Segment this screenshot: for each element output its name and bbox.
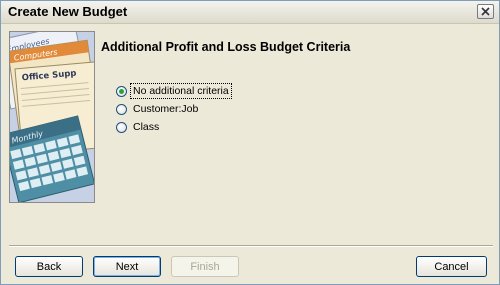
option-label: No additional criteria	[130, 83, 232, 99]
close-icon	[481, 7, 490, 16]
radio-class[interactable]	[116, 121, 127, 133]
cancel-button[interactable]: Cancel	[416, 256, 487, 277]
back-button[interactable]: Back	[15, 256, 83, 277]
title-bar[interactable]: Create New Budget	[1, 1, 499, 24]
window-title: Create New Budget	[8, 4, 128, 19]
footer-separator	[9, 245, 493, 247]
option-customer-job[interactable]: Customer:Job	[116, 101, 200, 117]
option-class[interactable]: Class	[116, 119, 161, 135]
next-button[interactable]: Next	[93, 256, 161, 277]
close-button[interactable]	[477, 4, 494, 19]
radio-customer-job[interactable]	[116, 103, 127, 115]
finish-button[interactable]: Finish	[171, 256, 239, 277]
option-label: Customer:Job	[133, 103, 199, 115]
criteria-heading: Additional Profit and Loss Budget Criter…	[101, 40, 351, 54]
radio-no-additional-criteria[interactable]	[116, 85, 127, 97]
option-label: Class	[133, 121, 160, 133]
option-no-additional-criteria[interactable]: No additional criteria	[116, 83, 232, 99]
dialog-window: Create New Budget Employees Computers Of…	[0, 0, 500, 285]
budget-illustration: Employees Computers Office Supp Monthly	[9, 31, 95, 203]
